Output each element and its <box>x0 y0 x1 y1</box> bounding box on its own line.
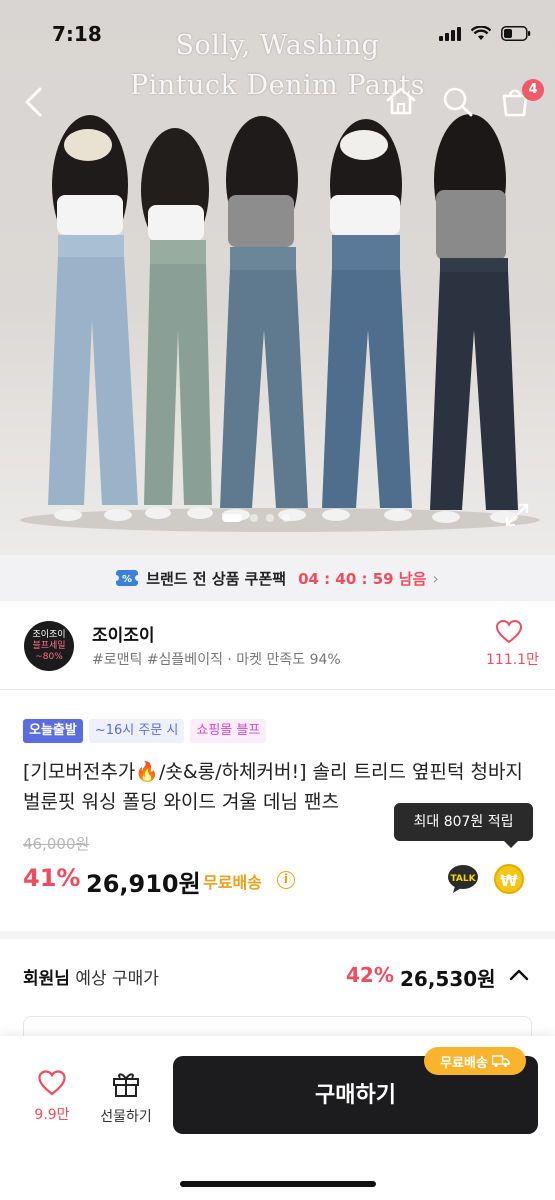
member-label-bold: 회원님 <box>23 969 70 989</box>
truck-icon <box>491 1054 510 1067</box>
member-price: 26,530원 <box>400 967 496 991</box>
member-label-rest: 예상 구매가 <box>69 969 159 989</box>
battery-icon <box>501 26 531 41</box>
back-icon[interactable] <box>22 86 46 118</box>
free-shipping-pill: 무료배송 <box>424 1047 526 1075</box>
carousel-dot[interactable] <box>222 514 242 522</box>
bottom-action-bar: 9.9만 선물하기 구매하기 무료배송 <box>0 1036 555 1200</box>
store-name[interactable]: 조이조이 <box>92 621 155 646</box>
home-icon[interactable] <box>385 85 417 117</box>
model-1 <box>48 115 138 521</box>
divider <box>0 689 555 690</box>
heart-icon <box>38 1070 66 1096</box>
status-time: 7:18 <box>52 22 102 46</box>
store-like-count: 111.1만 <box>486 652 539 668</box>
carousel-dot[interactable] <box>282 514 290 522</box>
home-indicator <box>180 1181 376 1187</box>
model-5 <box>430 114 518 523</box>
wishlist-count: 9.9만 <box>34 1107 70 1123</box>
store-logo[interactable]: 조이조이 블프세일 ~80% <box>24 621 74 671</box>
store-logo-line1: 조이조이 <box>32 630 66 640</box>
search-icon[interactable] <box>442 86 474 118</box>
coupon-timer: 04 : 40 : 59 남음 <box>298 569 427 588</box>
badge-order-time: ~16시 주문 시 <box>88 719 185 743</box>
chevron-up-icon[interactable] <box>508 964 530 986</box>
chevron-right-icon: › <box>432 568 439 588</box>
wishlist-button[interactable]: 9.9만 <box>24 1070 80 1130</box>
gift-label: 선물하기 <box>100 1109 152 1125</box>
sale-price: 26,910원 <box>86 870 201 898</box>
cellular-signal-icon <box>439 26 461 41</box>
info-icon[interactable]: i <box>277 871 295 889</box>
free-shipping-pill-label: 무료배송 <box>440 1055 488 1071</box>
coupon-banner-text: 브랜드 전 상품 쿠폰팩 <box>146 569 287 588</box>
talk-label: TALK <box>450 874 476 884</box>
cart-count-badge: 4 <box>522 79 544 101</box>
section-separator <box>0 931 555 939</box>
store-tags: #로맨틱 #심플베이직 · 마켓 만족도 94% <box>92 652 341 668</box>
product-badges: 오늘출발 ~16시 주문 시 쇼핑몰 블프 <box>23 719 267 743</box>
discount-rate: 41% <box>23 864 81 892</box>
status-bar: 7:18 <box>0 0 555 70</box>
gift-button[interactable]: 선물하기 <box>94 1070 158 1130</box>
product-hero-image[interactable]: Solly, Washing Pintuck Denim Pants 7:18 <box>0 0 555 555</box>
svg-text:%: % <box>122 574 132 585</box>
gift-icon <box>113 1073 139 1097</box>
store-logo-line2: 블프세일 <box>32 641 66 651</box>
wifi-icon <box>471 26 491 40</box>
badge-today-ship: 오늘출발 <box>23 719 83 743</box>
badge-black-friday: 쇼핑몰 블프 <box>190 719 267 743</box>
member-discount-rate: 42% <box>346 963 394 987</box>
expand-icon[interactable] <box>504 502 530 528</box>
tooltip-arrow <box>504 841 518 848</box>
store-logo-line3: ~80% <box>35 652 63 662</box>
free-shipping-label: 무료배송 <box>203 873 262 892</box>
coupon-ticket-icon: % <box>116 570 139 586</box>
model-2 <box>141 128 213 519</box>
carousel-dot[interactable] <box>266 514 274 522</box>
store-row[interactable]: 조이조이 블프세일 ~80% 조이조이 #로맨틱 #심플베이직 · 마켓 만족도… <box>0 601 555 689</box>
carousel-dot[interactable] <box>250 514 258 522</box>
points-tooltip: 최대 807원 적립 <box>394 803 533 841</box>
status-icons <box>439 26 531 41</box>
member-price-label: 회원님 예상 구매가 <box>23 964 159 989</box>
original-price: 46,000원 <box>23 835 90 853</box>
model-4 <box>322 119 412 521</box>
heart-icon[interactable] <box>496 620 522 644</box>
member-price-row[interactable]: 회원님 예상 구매가 42% 26,530원 <box>0 939 555 1009</box>
model-3 <box>220 116 308 521</box>
coupon-banner[interactable]: % 브랜드 전 상품 쿠폰팩 04 : 40 : 59 남음 › <box>0 555 555 601</box>
kakao-talk-icon[interactable]: TALK <box>447 864 479 894</box>
won-points-icon[interactable]: ₩ <box>494 864 524 894</box>
carousel-dots <box>222 514 290 522</box>
